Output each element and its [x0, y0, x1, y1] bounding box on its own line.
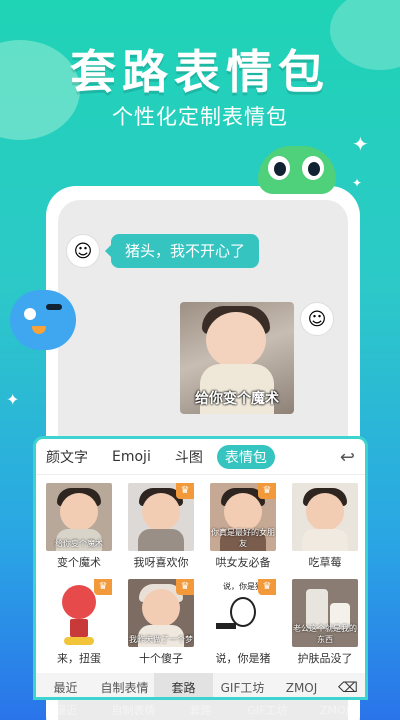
- blue-mascot-icon: [10, 290, 76, 350]
- sticker-thumbnail: [292, 483, 358, 551]
- sticker-label: 十个傻子: [139, 652, 183, 665]
- category-custom[interactable]: 自制表情: [95, 673, 154, 697]
- reflection-tab: 最近: [55, 704, 78, 717]
- sticker-item[interactable]: 说，你是猪 ♛ 说，你是猪: [204, 579, 282, 673]
- reflection-tab: 套路: [189, 704, 212, 717]
- sticker-item[interactable]: 给你变个魔术 变个魔术: [40, 483, 118, 577]
- sticker-thumb-caption: 我昨天做了一个梦: [129, 635, 193, 644]
- reflection-tab: 自制表情: [111, 704, 156, 717]
- sticker-message[interactable]: 给你变个魔术: [180, 302, 294, 414]
- reflection-tab: ZMOJ: [320, 703, 349, 717]
- vip-crown-icon: ♛: [176, 483, 194, 499]
- sticker-item[interactable]: 你真是最好的女朋友 ♛ 哄女友必备: [204, 483, 282, 577]
- sticker-label: 变个魔术: [57, 556, 101, 569]
- tab-doutu[interactable]: 斗图: [175, 447, 203, 467]
- sticker-item[interactable]: ♛ 来，扭蛋: [40, 579, 118, 673]
- keyboard-tab-bar: 颜文字 Emoji 斗图 表情包: [36, 439, 365, 475]
- backspace-icon[interactable]: ⌫: [331, 680, 365, 696]
- sticker-thumb-caption: 给你变个魔术: [55, 539, 103, 548]
- contact-avatar[interactable]: ☺: [66, 234, 100, 268]
- sticker-label: 哄女友必备: [215, 556, 271, 569]
- category-recent[interactable]: 最近: [36, 673, 95, 697]
- sticker-label: 说，你是猪: [215, 652, 271, 665]
- back-arrow-icon[interactable]: ↩: [340, 447, 355, 468]
- sparkle-icon: ✦: [6, 390, 20, 409]
- sticker-thumb-caption: 你真是最好的女朋友: [211, 528, 275, 548]
- sticker-grid: 给你变个魔术 变个魔术 ♛ 我呀喜欢你 你真是最好的女朋友 ♛ 哄女友必备 吃草…: [40, 483, 364, 673]
- user-avatar[interactable]: ☺: [300, 302, 334, 336]
- reflection-tab: GIF工坊: [247, 704, 288, 717]
- sticker-item[interactable]: 吃草莓: [286, 483, 364, 577]
- tab-kaomoji[interactable]: 颜文字: [46, 447, 88, 467]
- sticker-item[interactable]: 老公这个就是我的东西 护肤品没了: [286, 579, 364, 673]
- incoming-message-bubble: 猪头，我不开心了: [104, 234, 260, 268]
- vip-crown-icon: ♛: [176, 579, 194, 595]
- tab-emoji[interactable]: Emoji: [112, 449, 151, 465]
- vip-crown-icon: ♛: [258, 483, 276, 499]
- sparkle-icon: ✦: [352, 132, 369, 156]
- tab-stickers[interactable]: 表情包: [216, 444, 275, 469]
- sticker-caption: 给你变个魔术: [195, 391, 279, 407]
- sticker-label: 吃草莓: [308, 556, 342, 569]
- category-gif-workshop[interactable]: GIF工坊: [213, 673, 272, 697]
- reflection-category-bar: 最近 自制表情 套路 GIF工坊 ZMOJ: [33, 700, 368, 720]
- category-bar: 最近 自制表情 套路 GIF工坊 ZMOJ ⌫: [36, 673, 365, 697]
- promo-title: 套路表情包: [70, 45, 330, 99]
- sticker-item[interactable]: 我昨天做了一个梦 ♛ 十个傻子: [122, 579, 200, 673]
- sticker-thumb-caption: 老公这个就是我的东西: [293, 624, 357, 644]
- sticker-thumbnail: 给你变个魔术: [46, 483, 112, 551]
- sticker-label: 来，扭蛋: [57, 652, 101, 665]
- vip-crown-icon: ♛: [258, 579, 276, 595]
- vip-crown-icon: ♛: [94, 579, 112, 595]
- sparkle-icon: ✦: [352, 176, 363, 190]
- sticker-thumbnail: 老公这个就是我的东西: [292, 579, 358, 647]
- sticker-label: 我呀喜欢你: [133, 556, 189, 569]
- promo-subtitle: 个性化定制表情包: [112, 105, 288, 129]
- green-mascot-icon: [258, 146, 336, 194]
- sticker-child-face: [206, 312, 266, 368]
- category-taolu[interactable]: 套路: [154, 673, 213, 697]
- sticker-label: 护肤品没了: [297, 652, 353, 665]
- category-zmoj[interactable]: ZMOJ: [272, 673, 331, 697]
- sticker-keyboard: 颜文字 Emoji 斗图 表情包 ↩ 给你变个魔术 变个魔术 ♛ 我呀喜欢你 你…: [33, 436, 368, 700]
- sticker-item[interactable]: ♛ 我呀喜欢你: [122, 483, 200, 577]
